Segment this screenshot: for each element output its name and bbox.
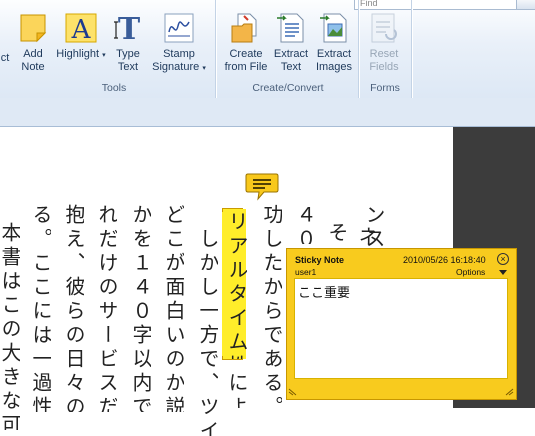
stamp-dropdown-icon[interactable]: ▾ <box>202 65 206 72</box>
sticky-note-icon <box>17 12 49 44</box>
reset-fields-button[interactable]: Reset Fields <box>362 12 406 74</box>
extract-images-icon <box>318 12 350 44</box>
sticky-note-timestamp: 2010/05/26 16:18:40 <box>403 255 486 265</box>
reset-fields-label-1: Reset <box>369 48 399 60</box>
close-icon[interactable]: × <box>497 253 509 265</box>
text-column: ４０ <box>293 204 315 244</box>
group-label-tools: Tools <box>101 82 127 94</box>
create-from-file-icon <box>230 12 262 44</box>
stamp-signature-label-2: Signature <box>152 61 200 73</box>
text-column: どこが面白いのか説明 <box>162 204 184 412</box>
text-column: れだけのサービスだか <box>95 204 117 412</box>
group-separator <box>215 0 216 98</box>
chevron-down-icon[interactable] <box>499 270 507 275</box>
stamp-signature-label-row: Signature ▾ <box>148 61 210 75</box>
sticky-note-popup[interactable]: Sticky Note 2010/05/26 16:18:40 × user1 … <box>286 248 517 400</box>
partial-label-text: ct <box>0 52 10 64</box>
text-column: によ <box>225 372 247 408</box>
highlighted-text: リアルタイム性 <box>225 211 247 359</box>
partial-button-label[interactable]: ct <box>0 52 10 65</box>
create-from-file-label-2: from File <box>224 61 268 73</box>
svg-text:A: A <box>71 15 92 44</box>
text-column: そ <box>325 222 347 246</box>
sticky-note-textarea[interactable]: ここ重要 <box>294 278 508 379</box>
extract-text-icon <box>275 12 307 44</box>
extract-text-button[interactable]: Extract Text <box>272 12 310 74</box>
group-label-create-convert: Create/Convert <box>252 82 324 94</box>
highlight-dropdown-icon[interactable]: ▾ <box>102 52 106 59</box>
find-input[interactable]: Find <box>354 0 519 10</box>
sticky-note-title: Sticky Note <box>295 255 345 265</box>
group-separator <box>411 0 412 98</box>
add-note-label-1: Add <box>23 48 43 60</box>
text-column: しかし一方で、ツイ <box>196 228 218 436</box>
options-menu[interactable]: Options <box>456 267 485 277</box>
stamp-signature-label-1: Stamp <box>163 48 195 60</box>
sticky-note-author: user1 <box>295 267 317 277</box>
text-column: 功したからである。こ <box>260 204 282 412</box>
highlight-label: Highlight <box>56 48 100 60</box>
reset-fields-icon <box>368 12 400 44</box>
comment-icon[interactable] <box>245 172 279 202</box>
type-text-label-1: Type <box>116 48 140 60</box>
add-note-label-2: Note <box>21 61 45 73</box>
create-from-file-label-1: Create <box>229 48 263 60</box>
text-column: ネ <box>355 226 377 250</box>
reset-fields-label-2: Fields <box>369 61 399 73</box>
group-separator <box>358 0 359 98</box>
type-text-button[interactable]: T Type Text <box>110 12 146 74</box>
extract-text-label-1: Extract <box>273 48 309 60</box>
text-column: る。ここには一過性の <box>29 204 51 412</box>
resize-grip-icon[interactable] <box>502 386 514 396</box>
ribbon-footer <box>0 98 535 127</box>
resize-grip-icon[interactable] <box>288 386 300 396</box>
extract-images-button[interactable]: Extract Images <box>312 12 356 74</box>
highlight-label-row: Highlight ▾ <box>53 48 109 62</box>
add-note-button[interactable]: Add Note <box>14 12 52 74</box>
svg-text:T: T <box>118 12 141 44</box>
highlight-icon: A <box>65 12 97 45</box>
type-text-icon: T <box>112 12 144 47</box>
highlight-button[interactable]: A Highlight ▾ <box>53 12 109 62</box>
stamp-signature-button[interactable]: Stamp Signature ▾ <box>148 12 210 75</box>
extract-text-label-2: Text <box>280 61 302 73</box>
text-column: 抱え、彼らの日々の記 <box>62 204 84 412</box>
signature-icon <box>163 12 195 44</box>
type-text-label-2: Text <box>117 61 139 73</box>
create-from-file-button[interactable]: Create from File <box>220 12 272 74</box>
text-column: かを１４０字以内で投 <box>129 204 151 412</box>
extract-images-label-2: Images <box>315 61 353 73</box>
text-column: 本書はこの大きな可 <box>0 222 20 430</box>
group-label-forms: Forms <box>370 82 400 94</box>
find-button[interactable] <box>516 0 535 10</box>
extract-images-label-1: Extract <box>316 48 352 60</box>
